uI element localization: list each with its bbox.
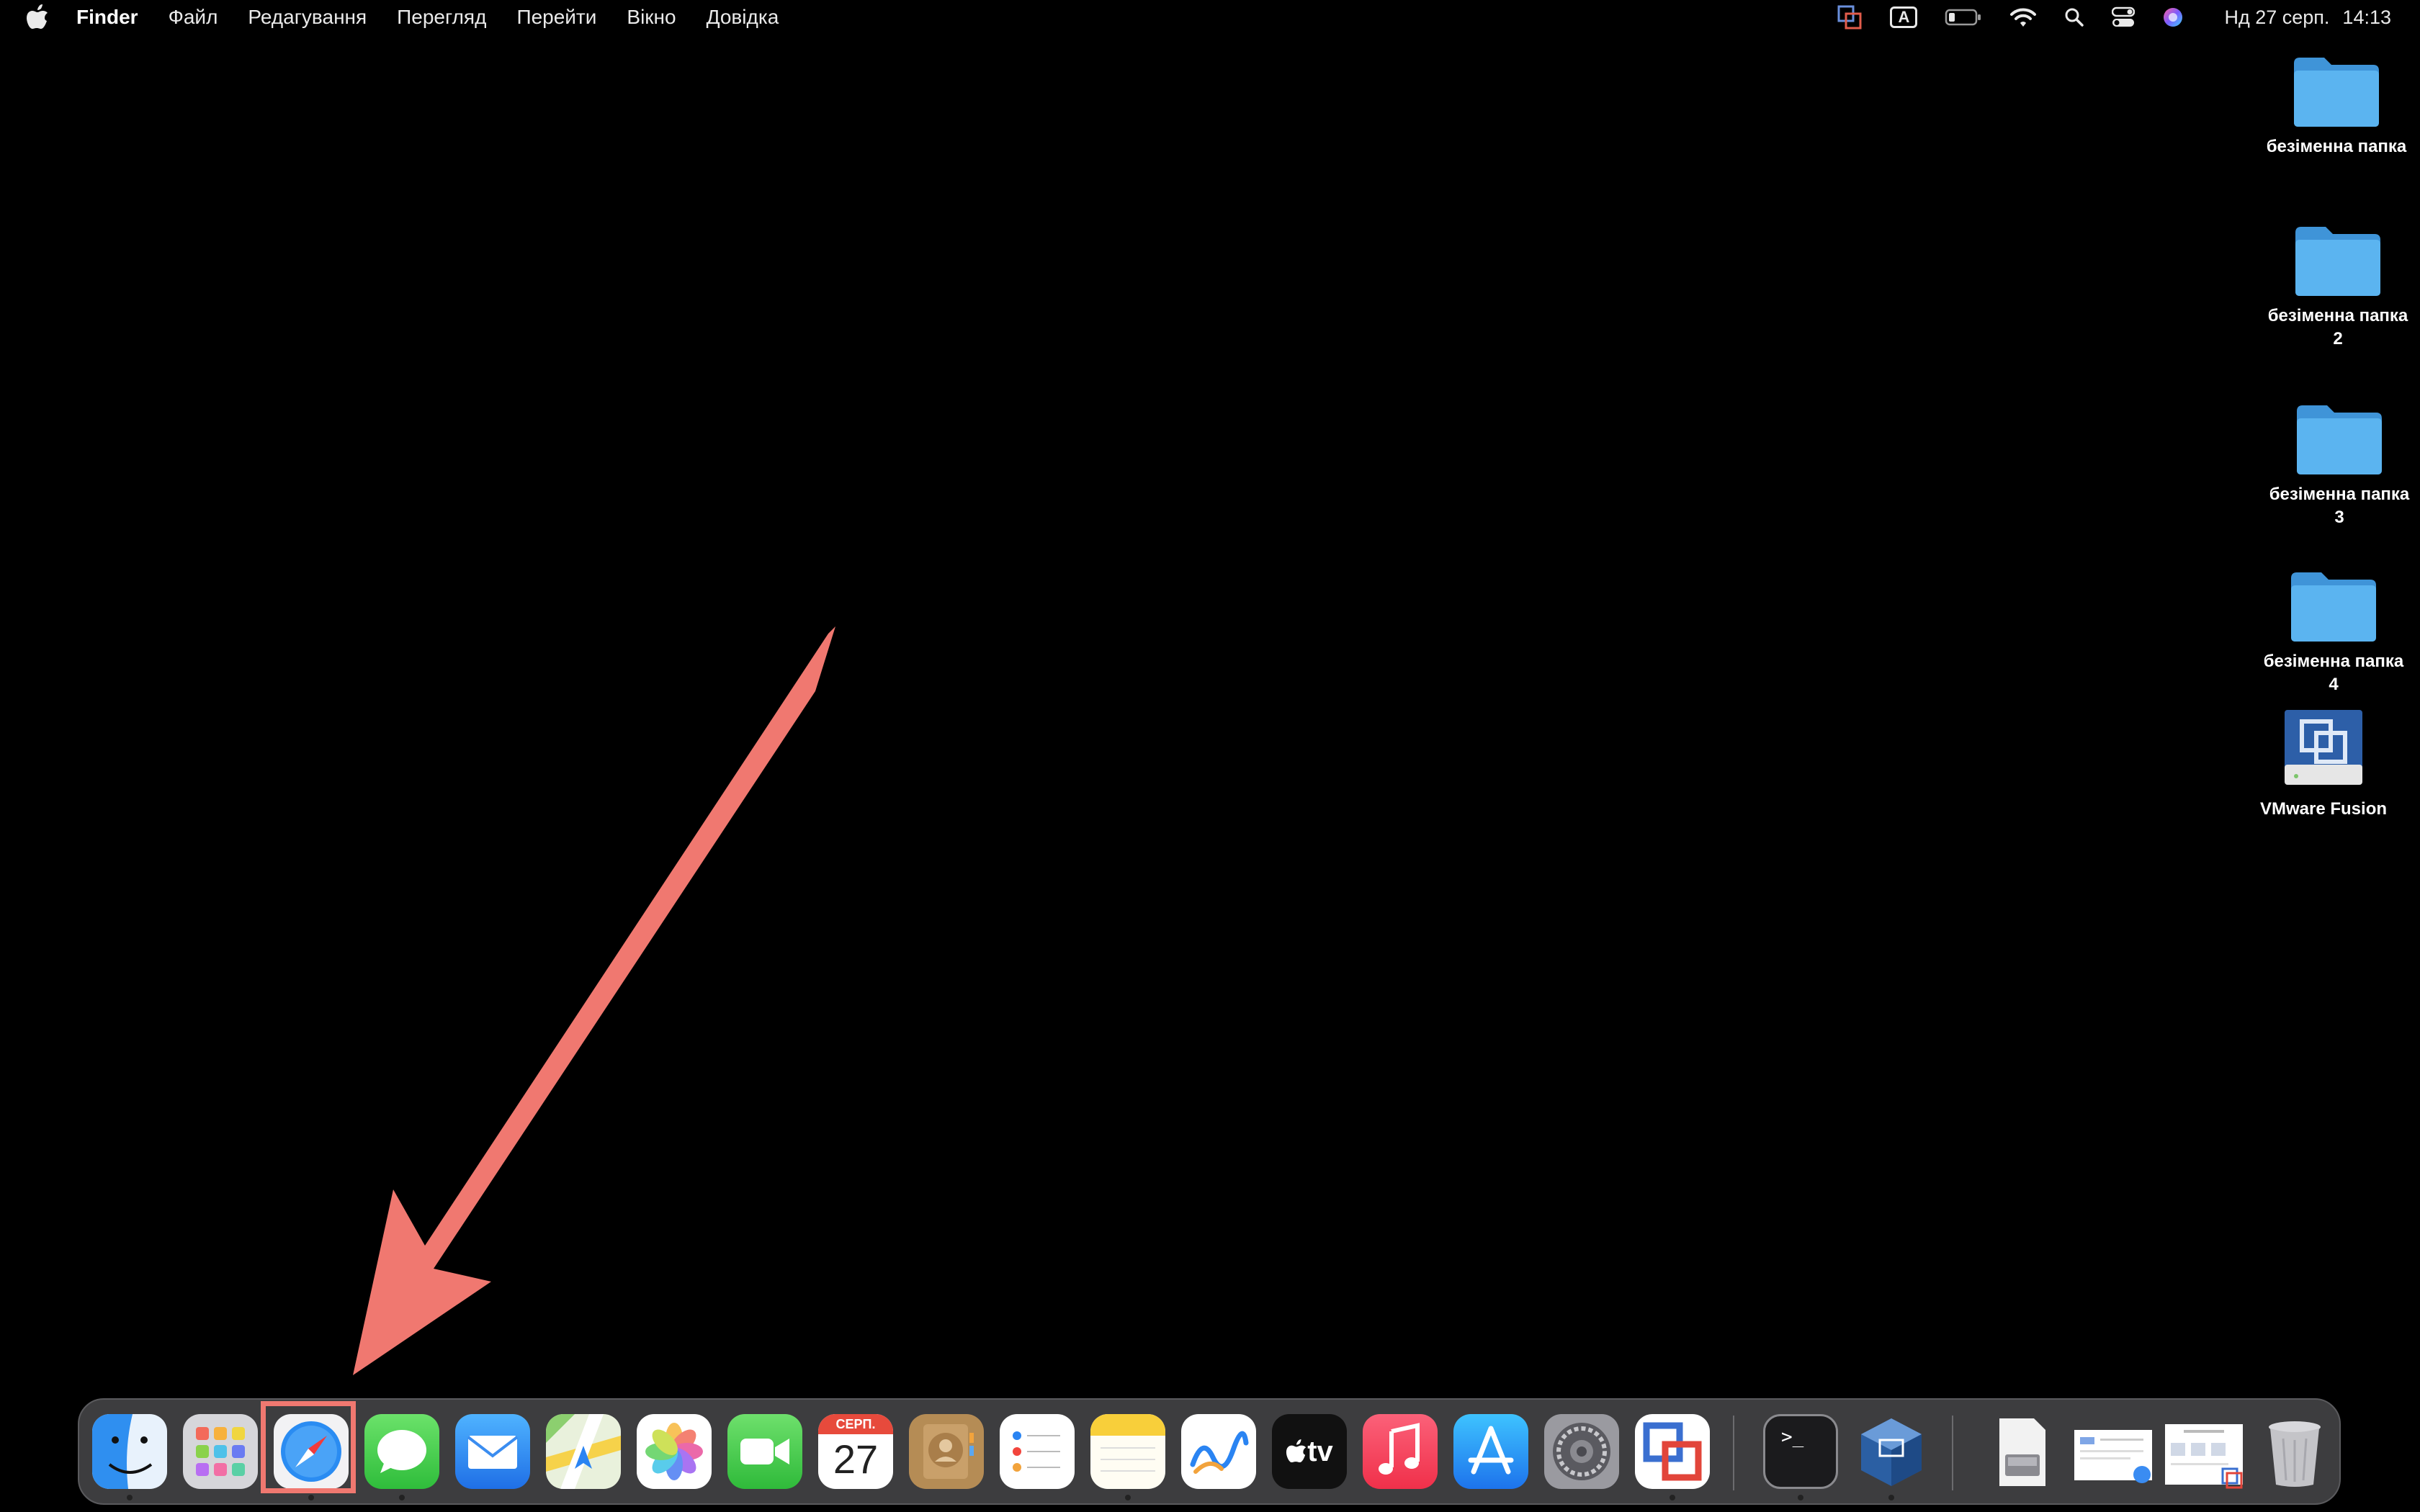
contacts-icon: [909, 1414, 984, 1489]
disk-image-icon: [2285, 710, 2362, 785]
dock-vmware-fusion[interactable]: [1635, 1414, 1710, 1500]
desktop-folder-4[interactable]: безіменна папка 4: [2247, 565, 2420, 696]
dock-contacts[interactable]: [909, 1414, 984, 1489]
notes-icon: [1090, 1414, 1165, 1489]
calendar-day: 27: [833, 1436, 879, 1482]
reminders-icon: [1000, 1414, 1075, 1489]
dock-virtualbox[interactable]: [1854, 1414, 1929, 1500]
document-stack-icon: [2071, 1414, 2155, 1489]
disk-utility-icon: [1984, 1414, 2058, 1489]
menu-edit[interactable]: Редагування: [248, 6, 367, 29]
dock-calendar[interactable]: СЕРП. 27: [818, 1414, 893, 1489]
dock-music[interactable]: [1363, 1414, 1438, 1489]
screenshot-icon: [2162, 1414, 2246, 1489]
vmware-status-icon[interactable]: [1837, 4, 1863, 30]
menu-go[interactable]: Перейти: [516, 6, 596, 29]
dock-system-settings[interactable]: [1544, 1414, 1619, 1489]
dock-separator: [1733, 1416, 1734, 1490]
dock-facetime[interactable]: [727, 1414, 802, 1489]
apple-tv-icon: tv: [1272, 1414, 1347, 1489]
menu-window[interactable]: Вікно: [627, 6, 676, 29]
dock-document-stack[interactable]: [2071, 1414, 2155, 1489]
messages-icon: [364, 1414, 439, 1489]
launchpad-icon: [183, 1414, 258, 1489]
desktop-vmware-fusion-volume[interactable]: VMware Fusion: [2237, 706, 2410, 821]
dock-notes[interactable]: [1090, 1414, 1165, 1500]
dock-app-store[interactable]: [1453, 1414, 1528, 1489]
dock-mail[interactable]: [455, 1414, 530, 1489]
desktop-folder-2[interactable]: безіменна папка 2: [2251, 220, 2420, 351]
running-indicator: [1670, 1495, 1675, 1500]
dock: СЕРП. 27 tv >_: [78, 1398, 2341, 1505]
desktop-folder-1[interactable]: безіменна папка: [2250, 50, 2420, 158]
clock-time: 14:13: [2342, 6, 2391, 28]
folder-icon: [2294, 58, 2379, 127]
siri-icon[interactable]: [2162, 6, 2184, 28]
terminal-icon: >_: [1763, 1414, 1838, 1489]
calendar-icon: СЕРП. 27: [818, 1414, 893, 1489]
facetime-icon: [727, 1414, 802, 1489]
annotation-highlight-box: [261, 1401, 356, 1493]
dock-screenshot-file[interactable]: [2162, 1414, 2246, 1489]
menu-bar: Finder Файл Редагування Перегляд Перейти…: [0, 0, 2420, 35]
mail-icon: [455, 1414, 530, 1489]
battery-icon[interactable]: [1945, 8, 1982, 27]
control-center-icon[interactable]: [2112, 6, 2136, 28]
menu-view[interactable]: Перегляд: [397, 6, 486, 29]
folder-icon: [2297, 405, 2382, 474]
annotation-arrow: [353, 626, 835, 1375]
dock-trash[interactable]: [2257, 1414, 2332, 1489]
dock-terminal[interactable]: >_: [1763, 1414, 1838, 1500]
apple-logo-icon[interactable]: [26, 4, 49, 30]
virtualbox-icon: [1854, 1414, 1929, 1489]
wifi-icon[interactable]: [2009, 6, 2037, 28]
running-indicator: [1888, 1495, 1894, 1500]
dock-separator: [1952, 1416, 1953, 1490]
dock-photos[interactable]: [637, 1414, 712, 1489]
menu-file[interactable]: Файл: [169, 6, 218, 29]
running-indicator: [1798, 1495, 1803, 1500]
calendar-month: СЕРП.: [818, 1414, 893, 1434]
input-source-icon[interactable]: A: [1890, 6, 1918, 28]
dock-reminders[interactable]: [1000, 1414, 1075, 1489]
menu-help[interactable]: Довідка: [707, 6, 779, 29]
running-indicator: [1125, 1495, 1131, 1500]
menu-app-finder[interactable]: Finder: [76, 6, 138, 29]
system-settings-icon: [1544, 1414, 1619, 1489]
clock-date: Нд 27 серп.: [2224, 6, 2330, 28]
music-icon: [1363, 1414, 1438, 1489]
dock-freeform[interactable]: [1181, 1414, 1256, 1489]
desktop-folder-3[interactable]: безіменна папка 3: [2253, 398, 2420, 529]
vmware-fusion-icon: [1635, 1414, 1710, 1489]
dock-apple-tv[interactable]: tv: [1272, 1414, 1347, 1489]
menu-clock[interactable]: Нд 27 серп. 14:13: [2211, 6, 2391, 29]
folder-icon: [2291, 572, 2376, 642]
maps-icon: [546, 1414, 621, 1489]
freeform-icon: [1181, 1414, 1256, 1489]
folder-icon: [2295, 227, 2380, 296]
photos-icon: [637, 1414, 712, 1489]
dock-messages[interactable]: [364, 1414, 439, 1500]
app-store-icon: [1453, 1414, 1528, 1489]
trash-icon: [2257, 1414, 2332, 1489]
dock-disk-image[interactable]: [1984, 1414, 2058, 1489]
running-indicator: [308, 1495, 314, 1500]
dock-maps[interactable]: [546, 1414, 621, 1489]
running-indicator: [399, 1495, 405, 1500]
running-indicator: [127, 1495, 133, 1500]
dock-launchpad[interactable]: [183, 1414, 258, 1489]
spotlight-search-icon[interactable]: [2064, 7, 2084, 27]
finder-icon: [92, 1414, 167, 1489]
dock-finder[interactable]: [92, 1414, 167, 1500]
